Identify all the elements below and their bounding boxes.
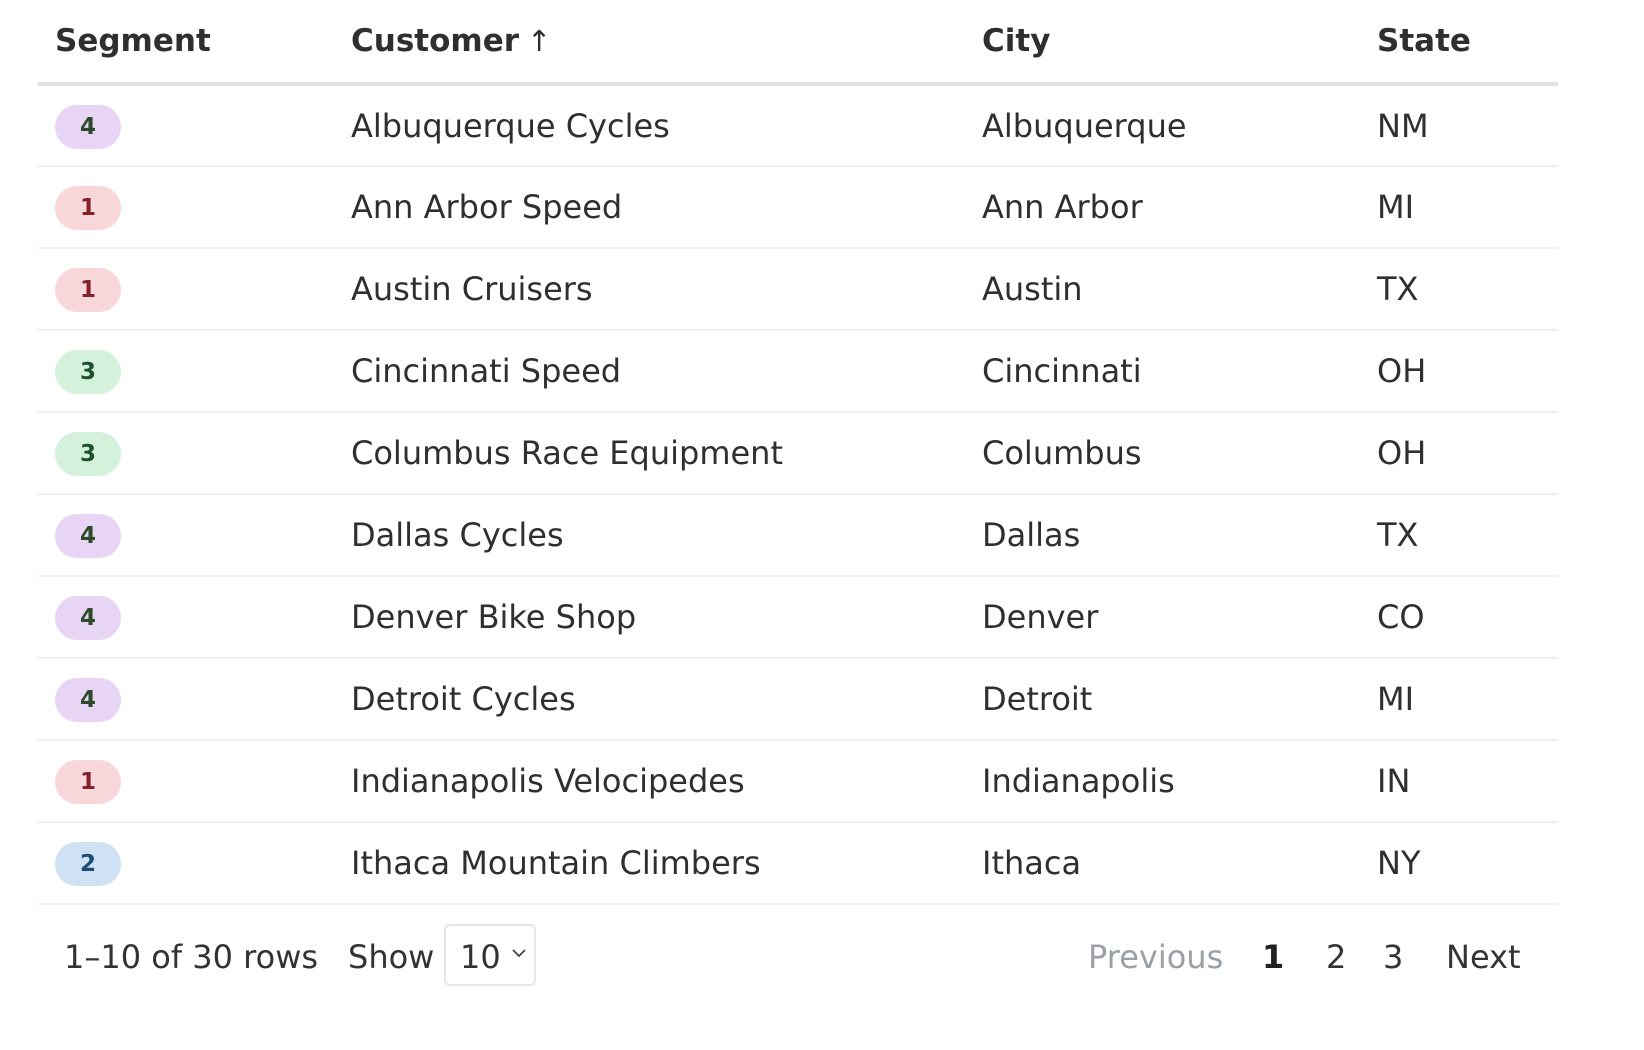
- state-cell: CO: [1360, 576, 1558, 659]
- segment-cell: 2: [38, 822, 334, 905]
- table-row[interactable]: 4 Albuquerque Cycles Albuquerque NM: [38, 84, 1558, 167]
- segment-cell: 1: [38, 740, 334, 823]
- pagination-page-1[interactable]: 1: [1262, 938, 1284, 976]
- pagination-page-2[interactable]: 2: [1326, 938, 1346, 976]
- city-cell: Ann Arbor: [965, 166, 1360, 249]
- state-cell: IN: [1360, 740, 1558, 823]
- segment-badge: 4: [55, 514, 121, 558]
- pagination-page-3[interactable]: 3: [1383, 938, 1403, 976]
- table-row[interactable]: 1 Austin Cruisers Austin TX: [38, 248, 1558, 331]
- page-size-value: 10: [460, 938, 501, 976]
- table-row[interactable]: 3 Columbus Race Equipment Columbus OH: [38, 412, 1558, 495]
- segment-cell: 1: [38, 248, 334, 331]
- state-cell: MI: [1360, 658, 1558, 741]
- chevron-down-icon: [512, 949, 526, 958]
- column-header-city[interactable]: City: [965, 0, 1360, 86]
- state-cell: NM: [1360, 84, 1558, 167]
- customer-cell: Albuquerque Cycles: [334, 84, 965, 167]
- city-cell: Dallas: [965, 494, 1360, 577]
- page-size-select[interactable]: 10: [444, 924, 536, 986]
- segment-cell: 4: [38, 658, 334, 741]
- segment-badge: 2: [55, 842, 121, 886]
- table-row[interactable]: 3 Cincinnati Speed Cincinnati OH: [38, 330, 1558, 413]
- segment-badge: 1: [55, 268, 121, 312]
- city-cell: Austin: [965, 248, 1360, 331]
- customer-cell: Ann Arbor Speed: [334, 166, 965, 249]
- city-cell: Denver: [965, 576, 1360, 659]
- segment-cell: 4: [38, 576, 334, 659]
- segment-badge: 4: [55, 596, 121, 640]
- segment-badge: 4: [55, 678, 121, 722]
- segment-badge: 4: [55, 104, 121, 149]
- column-header-segment[interactable]: Segment: [38, 0, 334, 86]
- state-cell: TX: [1360, 494, 1558, 577]
- state-cell: TX: [1360, 248, 1558, 331]
- segment-cell: 4: [38, 84, 334, 167]
- row-count-label: 1–10 of 30 rows: [64, 938, 319, 976]
- table-header: Segment Customer ↑ City State: [38, 0, 1558, 86]
- column-header-customer[interactable]: Customer ↑: [334, 0, 965, 86]
- column-header-label: Customer: [351, 23, 520, 59]
- sort-ascending-icon: ↑: [527, 24, 552, 58]
- customer-table-container: Segment Customer ↑ City State 4 Albuquerq…: [38, 0, 1558, 905]
- city-cell: Detroit: [965, 658, 1360, 741]
- table-body: 4 Albuquerque Cycles Albuquerque NM 1 An…: [38, 84, 1558, 905]
- customer-cell: Denver Bike Shop: [334, 576, 965, 659]
- segment-badge: 3: [55, 432, 121, 476]
- customer-cell: Indianapolis Velocipedes: [334, 740, 965, 823]
- segment-badge: 3: [55, 350, 121, 394]
- customer-table: Segment Customer ↑ City State 4 Albuquerq…: [38, 0, 1558, 905]
- state-cell: OH: [1360, 412, 1558, 495]
- table-row[interactable]: 1 Indianapolis Velocipedes Indianapolis …: [38, 740, 1558, 823]
- table-row[interactable]: 1 Ann Arbor Speed Ann Arbor MI: [38, 166, 1558, 249]
- column-header-label: State: [1377, 23, 1471, 59]
- city-cell: Columbus: [965, 412, 1360, 495]
- table-row[interactable]: 2 Ithaca Mountain Climbers Ithaca NY: [38, 822, 1558, 905]
- customer-cell: Dallas Cycles: [334, 494, 965, 577]
- segment-cell: 3: [38, 330, 334, 413]
- segment-badge: 1: [55, 760, 121, 804]
- city-cell: Cincinnati: [965, 330, 1360, 413]
- column-header-label: Segment: [55, 23, 211, 59]
- table-footer: 1–10 of 30 rows Show 10 Previous 1 2 3 N…: [38, 908, 1558, 1008]
- state-cell: NY: [1360, 822, 1558, 905]
- pagination-previous[interactable]: Previous: [1088, 938, 1223, 976]
- state-cell: OH: [1360, 330, 1558, 413]
- customer-cell: Columbus Race Equipment: [334, 412, 965, 495]
- customer-cell: Detroit Cycles: [334, 658, 965, 741]
- city-cell: Indianapolis: [965, 740, 1360, 823]
- customer-cell: Ithaca Mountain Climbers: [334, 822, 965, 905]
- page-size-label: Show: [348, 938, 435, 976]
- city-cell: Albuquerque: [965, 84, 1360, 167]
- customer-cell: Austin Cruisers: [334, 248, 965, 331]
- segment-badge: 1: [55, 186, 121, 230]
- customer-cell: Cincinnati Speed: [334, 330, 965, 413]
- table-row[interactable]: 4 Denver Bike Shop Denver CO: [38, 576, 1558, 659]
- segment-cell: 3: [38, 412, 334, 495]
- segment-cell: 4: [38, 494, 334, 577]
- table-row[interactable]: 4 Dallas Cycles Dallas TX: [38, 494, 1558, 577]
- pagination-next[interactable]: Next: [1446, 938, 1521, 976]
- column-header-label: City: [982, 23, 1051, 59]
- segment-cell: 1: [38, 166, 334, 249]
- city-cell: Ithaca: [965, 822, 1360, 905]
- column-header-state[interactable]: State: [1360, 0, 1558, 86]
- table-row[interactable]: 4 Detroit Cycles Detroit MI: [38, 658, 1558, 741]
- state-cell: MI: [1360, 166, 1558, 249]
